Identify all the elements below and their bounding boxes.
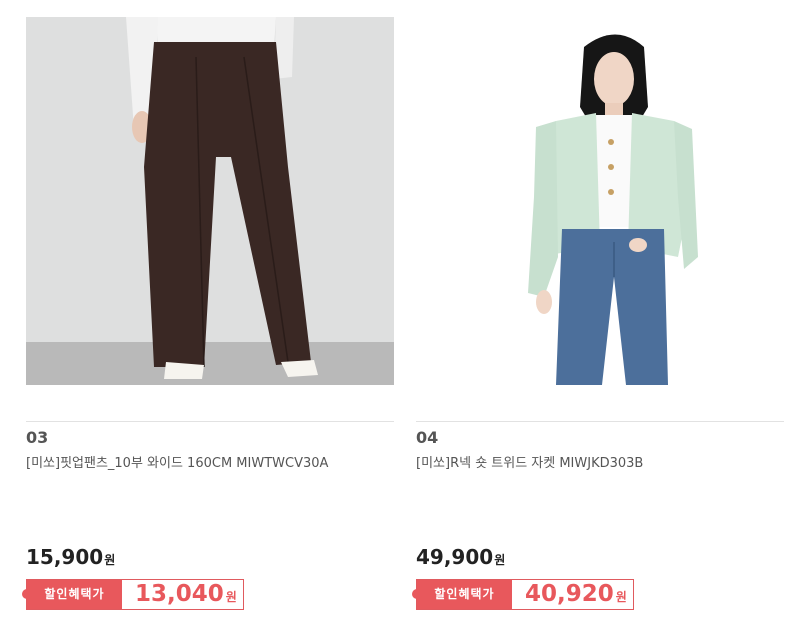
product-name[interactable]: [미쏘]핏업팬츠_10부 와이드 160CM MIWTWCV30A: [26, 452, 328, 471]
sale-price-box: 할인혜택가 13,040 원: [22, 579, 244, 611]
product-card[interactable]: 04 [미쏘]R넥 숏 트위드 자켓 MIWJKD303B 49,900원 할인…: [412, 0, 784, 628]
tweed-jacket-photo: [416, 17, 784, 385]
sale-price-box: 할인혜택가 40,920 원: [412, 579, 634, 611]
sale-price: 13,040 원: [135, 581, 237, 611]
product-number: 04: [416, 428, 439, 447]
sale-label: 할인혜택가: [412, 580, 512, 609]
price-value: 49,900: [416, 545, 494, 569]
sale-price-unit: 원: [615, 590, 627, 604]
product-image-pants[interactable]: [26, 17, 394, 385]
sale-price-value: 13,040: [135, 581, 224, 607]
price-value: 15,900: [26, 545, 104, 569]
product-image-jacket[interactable]: [416, 17, 784, 385]
product-number: 03: [26, 428, 49, 447]
divider: [416, 421, 784, 422]
product-card[interactable]: 03 [미쏘]핏업팬츠_10부 와이드 160CM MIWTWCV30A 15,…: [22, 0, 394, 628]
sale-price-unit: 원: [225, 590, 237, 604]
price-unit: 원: [494, 553, 506, 567]
sale-label: 할인혜택가: [22, 580, 122, 609]
wide-pants-photo: [26, 17, 394, 385]
sale-price-value: 40,920: [525, 581, 614, 607]
divider: [26, 421, 394, 422]
product-name[interactable]: [미쏘]R넥 숏 트위드 자켓 MIWJKD303B: [416, 452, 643, 471]
original-price: 49,900원: [416, 545, 505, 569]
sale-price: 40,920 원: [525, 581, 627, 611]
original-price: 15,900원: [26, 545, 115, 569]
price-unit: 원: [104, 553, 116, 567]
